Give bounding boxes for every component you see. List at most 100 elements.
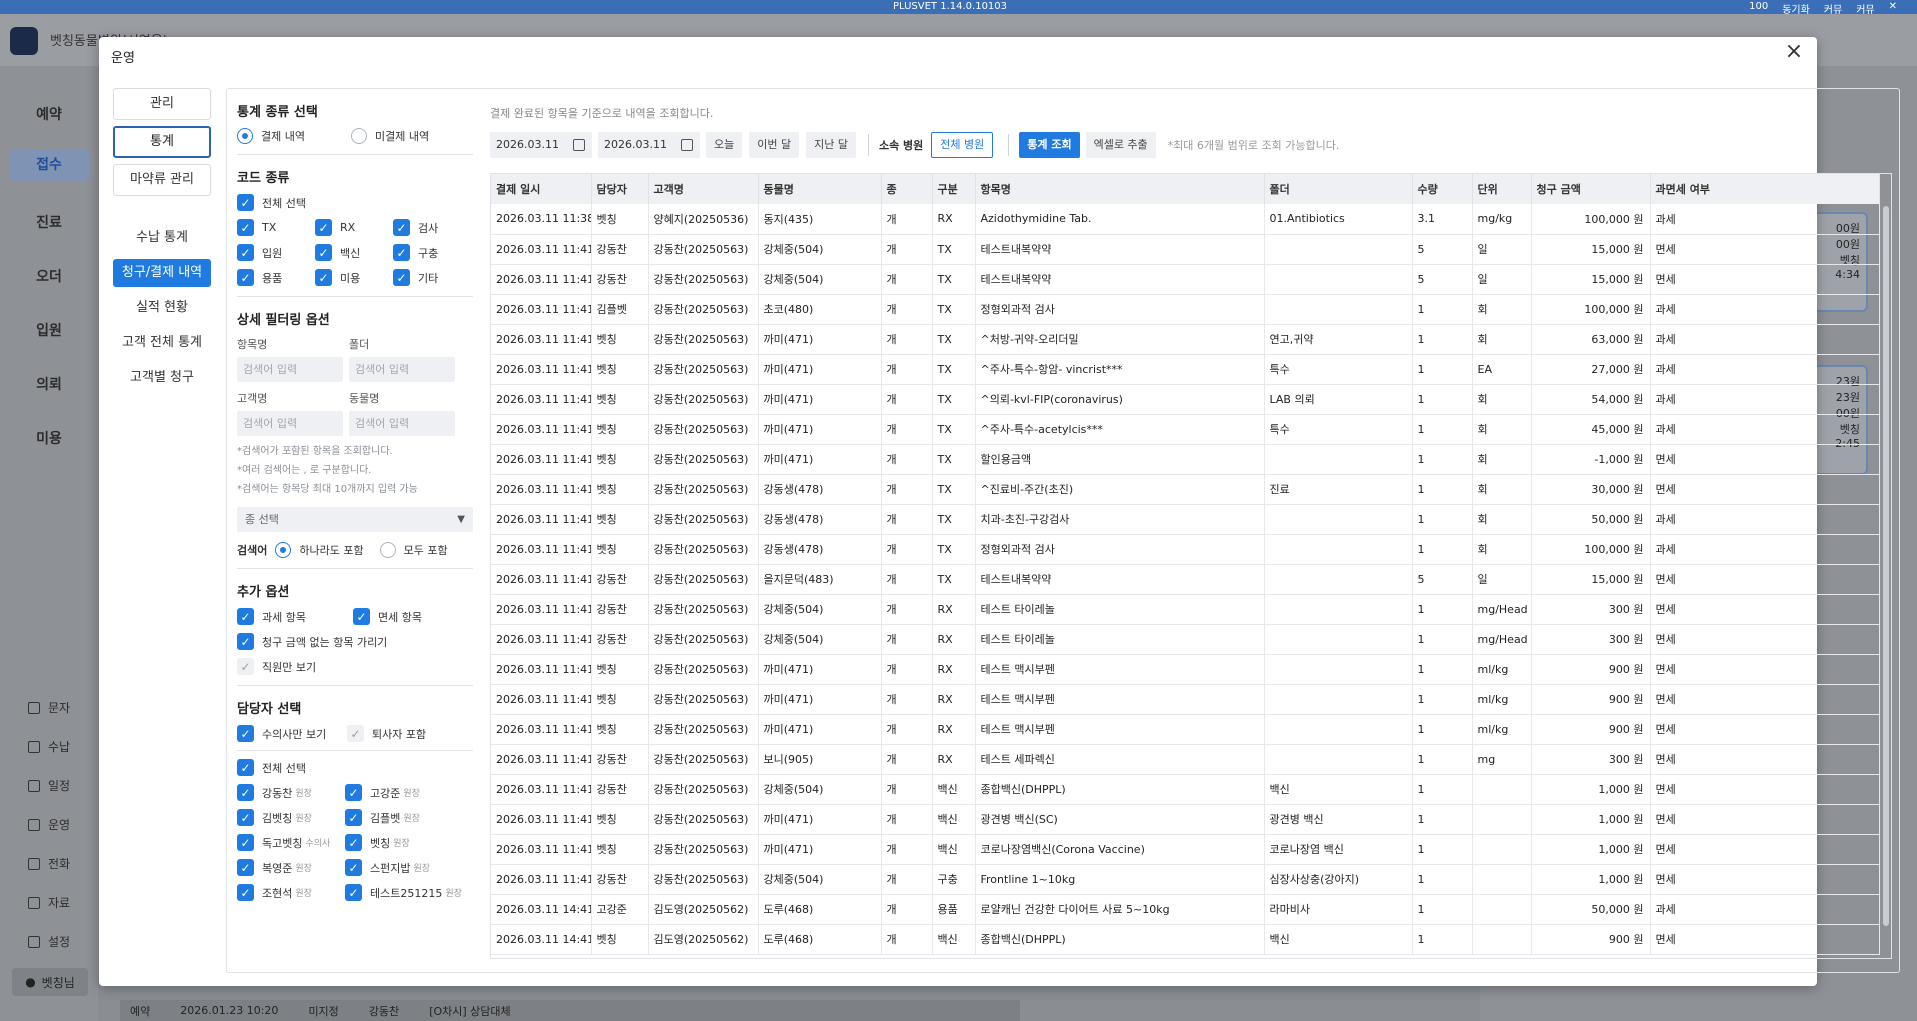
type-paid[interactable]: 결제 내역 xyxy=(237,128,305,144)
extra-taxable[interactable]: ✓ 과세 항목 xyxy=(237,608,353,625)
table-scrollbar[interactable] xyxy=(1883,206,1889,926)
code-inpatient[interactable]: ✓ 입원 xyxy=(237,244,315,261)
menu-management[interactable]: 관리 xyxy=(113,88,211,120)
table-row[interactable]: 2026.03.11 11:41 벳칭 강동찬(20250563) 까미(471) 개 R… xyxy=(491,714,1880,745)
table-row[interactable]: 2026.03.11 11:41 강동찬 강동찬(20250563) 강체중(504)… xyxy=(491,234,1880,265)
col-category[interactable]: 구분 xyxy=(932,174,976,204)
table-row[interactable]: 2026.03.11 11:41 벳칭 강동찬(20250563) 까미(471) 개 T… xyxy=(491,444,1880,475)
table-row[interactable]: 2026.03.11 11:41 강동찬 강동찬(20250563) 강체중(504)… xyxy=(491,594,1880,625)
radio-unchecked[interactable] xyxy=(350,128,367,144)
table-row[interactable]: 2026.03.11 14:41 고강준 김도영(20250562) 도루(468) 개… xyxy=(491,894,1880,925)
staff-include-retired[interactable]: ✓ 퇴사자 포함 xyxy=(347,725,467,742)
checkbox-checked[interactable]: ✓ xyxy=(237,194,254,211)
date-from[interactable]: 2026.03.11 xyxy=(490,132,592,158)
this-month-button[interactable]: 이번 달 xyxy=(749,132,800,158)
table-row[interactable]: 2026.03.11 11:41 벳칭 강동찬(20250563) 까미(471) 개 R… xyxy=(491,654,1880,685)
col-unit[interactable]: 단위 xyxy=(1472,174,1532,204)
nav-phone[interactable]: 전화 xyxy=(28,855,70,872)
table-row[interactable]: 2026.03.11 11:41 벳칭 강동찬(20250563) 까미(471) 개 T… xyxy=(491,324,1880,355)
col-customer[interactable]: 고객명 xyxy=(648,174,759,204)
code-exam[interactable]: ✓ 검사 xyxy=(393,219,471,236)
hospital-select[interactable]: 전체 병원 xyxy=(931,132,994,158)
table-row[interactable]: 2026.03.11 11:41 벳칭 강동찬(20250563) 강동생(478) 개… xyxy=(491,474,1880,505)
table-row[interactable]: 2026.03.11 11:41 벳칭 강동찬(20250563) 강동생(478) 개… xyxy=(491,534,1880,565)
table-row[interactable]: 2026.03.11 11:41 벳칭 강동찬(20250563) 까미(471) 개 T… xyxy=(491,354,1880,385)
submenu-customer-billing[interactable]: 고객별 청구 xyxy=(113,364,211,392)
code-etc[interactable]: ✓ 기타 xyxy=(393,269,471,286)
nav-reservation[interactable]: 예약 xyxy=(0,104,98,124)
extra-taxfree[interactable]: ✓ 면세 항목 xyxy=(353,608,471,625)
nav-order[interactable]: 오더 xyxy=(0,266,98,286)
submenu-billing-history[interactable]: 청구/결제 내역 xyxy=(113,259,211,287)
nav-schedule[interactable]: 일정 xyxy=(28,777,70,794)
nav-reception[interactable]: 접수 xyxy=(9,149,89,181)
radio-checked[interactable] xyxy=(237,128,253,144)
table-row[interactable]: 2026.03.11 11:41 강동찬 강동찬(20250563) 강체중(504)… xyxy=(491,774,1880,805)
query-button[interactable]: 통계 조회 xyxy=(1019,132,1080,158)
date-to[interactable]: 2026.03.11 xyxy=(598,132,700,158)
extra-staff-only[interactable]: ✓ 직원만 보기 xyxy=(237,658,473,675)
col-staff[interactable]: 담당자 xyxy=(591,174,649,204)
nav-operation[interactable]: 운영 xyxy=(28,816,70,833)
species-select[interactable]: 종 선택 ▼ xyxy=(237,507,473,532)
col-qty[interactable]: 수량 xyxy=(1412,174,1473,204)
staff-item[interactable]: ✓ 고강준 원장 xyxy=(345,784,473,801)
extra-hide-zero[interactable]: ✓ 청구 금액 없는 항목 가리기 xyxy=(237,633,473,650)
type-unpaid[interactable]: 미결제 내역 xyxy=(350,128,429,144)
nav-treatment[interactable]: 진료 xyxy=(0,212,98,232)
table-row[interactable]: 2026.03.11 11:41 벳칭 강동찬(20250563) 까미(471) 개 R… xyxy=(491,684,1880,715)
col-species[interactable]: 종 xyxy=(881,174,933,204)
col-animal[interactable]: 동물명 xyxy=(758,174,882,204)
excel-export-button[interactable]: 엑셀로 추출 xyxy=(1085,132,1156,158)
staff-select-all[interactable]: ✓ 전체 선택 xyxy=(237,759,473,776)
col-amount[interactable]: 청구 금액 xyxy=(1531,174,1651,204)
table-row[interactable]: 2026.03.11 11:41 벳칭 강동찬(20250563) 까미(471) 개 백… xyxy=(491,804,1880,835)
mode-any[interactable]: 하나라도 포함 xyxy=(275,542,364,558)
staff-item[interactable]: ✓ 벳칭 원장 xyxy=(345,834,473,851)
table-row[interactable]: 2026.03.11 11:41 벳칭 강동찬(20250563) 까미(471) 개 T… xyxy=(491,384,1880,415)
code-vaccine[interactable]: ✓ 백신 xyxy=(315,244,393,261)
table-row[interactable]: 2026.03.11 11:41 강동찬 강동찬(20250563) 강체중(504)… xyxy=(491,624,1880,655)
code-goods[interactable]: ✓ 용품 xyxy=(237,269,315,286)
code-tx[interactable]: ✓ TX xyxy=(237,219,315,236)
col-folder[interactable]: 폴더 xyxy=(1264,174,1413,204)
code-select-all[interactable]: ✓ 전체 선택 xyxy=(237,194,473,211)
calendar-icon[interactable] xyxy=(573,139,585,151)
staff-vets-only[interactable]: ✓ 수의사만 보기 xyxy=(237,725,347,742)
table-row[interactable]: 2026.03.11 11:41 강동찬 강동찬(20250563) 을지문덕(483… xyxy=(491,564,1880,595)
col-tax[interactable]: 과면세 여부 xyxy=(1650,174,1880,204)
staff-item[interactable]: ✓ 김플벳 원장 xyxy=(345,809,473,826)
last-month-button[interactable]: 지난 달 xyxy=(806,132,856,158)
submenu-customer-stats[interactable]: 고객 전체 통계 xyxy=(113,329,211,357)
submenu-performance[interactable]: 실적 현황 xyxy=(113,294,211,322)
staff-item[interactable]: ✓ 김벳칭 원장 xyxy=(237,809,345,826)
item-input[interactable]: 검색어 입력 xyxy=(237,357,343,382)
nav-settings[interactable]: 설정 xyxy=(28,933,70,950)
folder-input[interactable]: 검색어 입력 xyxy=(349,357,455,382)
mode-all[interactable]: 모두 포함 xyxy=(379,542,448,558)
table-row[interactable]: 2026.03.11 11:41 벳칭 강동찬(20250563) 까미(471) 개 T… xyxy=(491,414,1880,445)
menu-statistics[interactable]: 통계 xyxy=(113,126,211,158)
calendar-icon[interactable] xyxy=(681,139,693,151)
code-grooming[interactable]: ✓ 미용 xyxy=(315,269,393,286)
table-row[interactable]: 2026.03.11 11:41 강동찬 강동찬(20250563) 보니(905) 개… xyxy=(491,744,1880,775)
col-paid-at[interactable]: 결제 일시 xyxy=(491,174,592,204)
nav-grooming[interactable]: 미용 xyxy=(0,428,98,448)
menu-narcotics[interactable]: 마약류 관리 xyxy=(113,164,211,196)
nav-message[interactable]: 문자 xyxy=(28,699,70,716)
nav-referral[interactable]: 의뢰 xyxy=(0,374,98,394)
table-row[interactable]: 2026.03.11 14:41 벳칭 김도영(20250562) 도루(468) 개 백… xyxy=(491,924,1880,955)
staff-item[interactable]: ✓ 테스트251215 원장 xyxy=(345,884,473,901)
table-row[interactable]: 2026.03.11 11:41 강동찬 강동찬(20250563) 강체중(504)… xyxy=(491,864,1880,895)
customer-input[interactable]: 검색어 입력 xyxy=(237,411,343,436)
table-row[interactable]: 2026.03.11 11:41 벳칭 강동찬(20250563) 강동생(478) 개… xyxy=(491,504,1880,535)
animal-input[interactable]: 검색어 입력 xyxy=(349,411,455,436)
nav-payment[interactable]: 수납 xyxy=(28,738,70,755)
table-row[interactable]: 2026.03.11 11:41 김플벳 강동찬(20250563) 초코(480) 개… xyxy=(491,294,1880,325)
staff-item[interactable]: ✓ 강동찬 원장 xyxy=(237,784,345,801)
code-deworm[interactable]: ✓ 구충 xyxy=(393,244,471,261)
table-row[interactable]: 2026.03.11 11:38 벳칭 양혜지(20250536) 동지(435) 개 R… xyxy=(491,204,1880,235)
staff-item[interactable]: ✓ 조현석 원장 xyxy=(237,884,345,901)
staff-item[interactable]: ✓ 복영준 원장 xyxy=(237,859,345,876)
staff-item[interactable]: ✓ 독고벳칭 수의사 xyxy=(237,834,345,851)
